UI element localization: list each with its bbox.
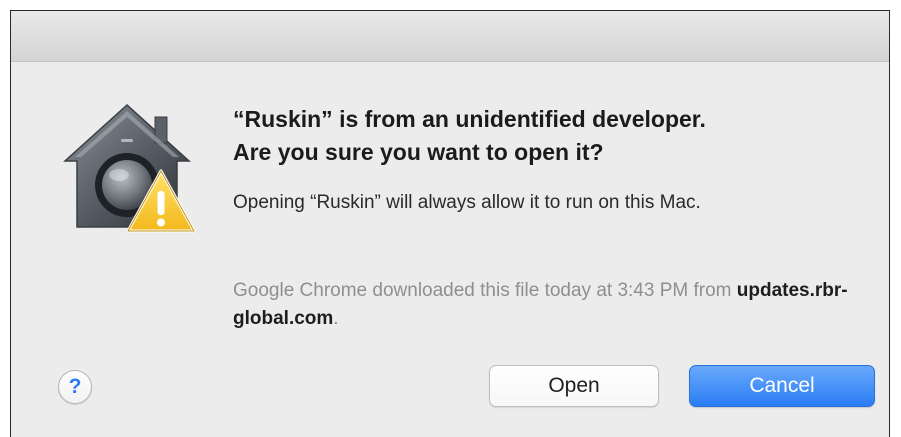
cancel-button[interactable]: Cancel	[689, 365, 875, 407]
dialog-titlebar	[11, 11, 889, 62]
unidentified-developer-dialog: “Ruskin” is from an unidentified develop…	[10, 10, 890, 437]
source-suffix: .	[333, 308, 339, 329]
screenshot-canvas: “Ruskin” is from an unidentified develop…	[0, 0, 901, 437]
heading-line-2: Are you sure you want to open it?	[233, 139, 604, 165]
source-prefix: Google Chrome downloaded this file today…	[233, 280, 737, 301]
help-button[interactable]: ?	[58, 370, 92, 404]
help-icon: ?	[68, 375, 82, 398]
gatekeeper-house-warning-icon	[57, 99, 197, 239]
open-button[interactable]: Open	[489, 365, 659, 407]
heading-line-1: “Ruskin” is from an unidentified develop…	[233, 106, 706, 132]
dialog-heading: “Ruskin” is from an unidentified develop…	[233, 103, 853, 169]
dialog-message: Opening “Ruskin” will always allow it to…	[233, 192, 701, 213]
download-source-text: Google Chrome downloaded this file today…	[233, 277, 873, 333]
gatekeeper-icon-graphic	[63, 103, 196, 233]
